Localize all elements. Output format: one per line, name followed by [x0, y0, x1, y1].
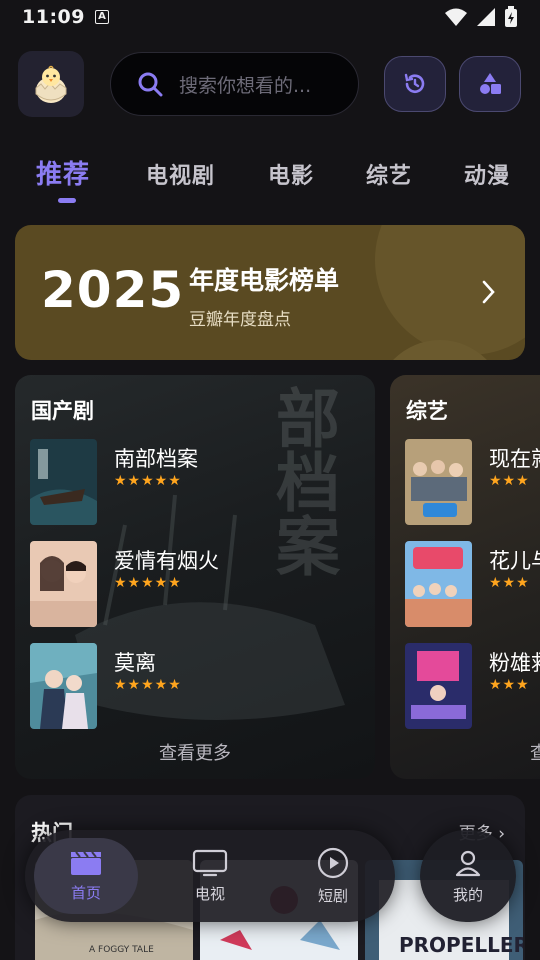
tab-variety[interactable]: 综艺: [366, 158, 412, 190]
nav-short-drama[interactable]: 短剧: [281, 838, 385, 914]
status-time: 11:09: [22, 6, 85, 28]
history-icon: [404, 73, 425, 93]
poster-image: [405, 643, 472, 729]
item-title: 现在就: [489, 447, 540, 471]
view-more-link[interactable]: 查: [530, 739, 540, 765]
item-title: 花儿与: [489, 549, 540, 573]
item-title: 南部档案: [114, 447, 198, 471]
poster-image: [405, 541, 472, 627]
nav-profile[interactable]: 我的: [420, 830, 516, 922]
tab-tv-series[interactable]: 电视剧: [146, 158, 215, 190]
view-more-link[interactable]: 查看更多: [15, 739, 375, 765]
banner-subtitle: 豆瓣年度盘点: [189, 310, 291, 330]
tv-icon: [192, 849, 228, 876]
play-circle-icon: [317, 847, 349, 878]
active-tab-indicator: [58, 198, 76, 203]
clapperboard-icon: [71, 850, 101, 875]
tab-movies[interactable]: 电影: [268, 158, 314, 190]
rating-stars: ★★★★★: [114, 677, 182, 693]
list-item[interactable]: 莫离 ★★★★★: [30, 643, 370, 731]
nav-tv[interactable]: 电视: [158, 838, 262, 914]
variety-show-card: 综艺 现在就 ★★★ 花儿与 ★★★ 粉雄救 ★★★ 查: [390, 375, 540, 779]
nav-label: 电视: [194, 884, 225, 903]
tab-anime[interactable]: 动漫: [464, 158, 510, 190]
nav-label: 首页: [70, 883, 101, 902]
search-bar[interactable]: 搜索你想看的...: [110, 52, 359, 116]
category-button[interactable]: [459, 56, 521, 112]
domestic-drama-card: 部档案 国产剧 南部档案 ★★★★★ 爱情有烟火 ★★★★★ 莫离 ★★★★★ …: [15, 375, 375, 779]
search-placeholder: 搜索你想看的...: [179, 74, 312, 97]
category-tabs: 推荐 电视剧 电影 综艺 动漫: [36, 154, 526, 210]
status-bar: 11:09 A: [0, 0, 540, 34]
annual-ranking-banner[interactable]: 2025 年度电影榜单 豆瓣年度盘点: [15, 225, 525, 360]
tab-recommend[interactable]: 推荐: [36, 154, 90, 191]
list-item[interactable]: 现在就 ★★★: [405, 439, 540, 527]
chick-logo-icon: [35, 65, 67, 103]
accessibility-icon: A: [94, 10, 109, 24]
item-title: 粉雄救: [489, 651, 540, 675]
poster-image: [30, 439, 97, 525]
rating-stars: ★★★: [489, 677, 530, 693]
battery-icon: [505, 6, 517, 27]
rating-stars: ★★★: [489, 473, 530, 489]
history-button[interactable]: [384, 56, 446, 112]
banner-year: 2025: [41, 261, 185, 319]
banner-title: 年度电影榜单: [189, 266, 340, 295]
header: 搜索你想看的...: [18, 50, 522, 118]
rating-stars: ★★★★★: [114, 575, 182, 591]
poster-image: [30, 541, 97, 627]
app-logo[interactable]: [18, 51, 84, 117]
poster-image: [30, 643, 97, 729]
shapes-icon: [480, 73, 501, 94]
list-item[interactable]: 花儿与 ★★★: [405, 541, 540, 629]
nav-label: 我的: [452, 885, 483, 904]
svg-text:PROPELLER: PROPELLER: [399, 933, 523, 957]
item-title: 莫离: [114, 651, 156, 675]
wifi-icon: [445, 8, 467, 26]
list-item[interactable]: 粉雄救 ★★★: [405, 643, 540, 731]
card-title: 国产剧: [31, 399, 94, 423]
bottom-nav: 首页 电视 短剧: [25, 830, 395, 922]
nav-label: 短剧: [317, 886, 348, 905]
rating-stars: ★★★★★: [114, 473, 182, 489]
chevron-right-icon: [482, 280, 495, 304]
banner-decoration: [375, 225, 525, 355]
list-item[interactable]: 南部档案 ★★★★★: [30, 439, 370, 527]
svg-text:A FOGGY TALE: A FOGGY TALE: [89, 945, 154, 955]
list-item[interactable]: 爱情有烟火 ★★★★★: [30, 541, 370, 629]
user-icon: [455, 850, 481, 876]
poster-image: [405, 439, 472, 525]
signal-icon: [477, 8, 495, 26]
nav-home[interactable]: 首页: [34, 838, 138, 914]
item-title: 爱情有烟火: [114, 549, 219, 573]
rating-stars: ★★★: [489, 575, 530, 591]
search-icon: [138, 72, 163, 97]
card-title: 综艺: [406, 399, 448, 423]
